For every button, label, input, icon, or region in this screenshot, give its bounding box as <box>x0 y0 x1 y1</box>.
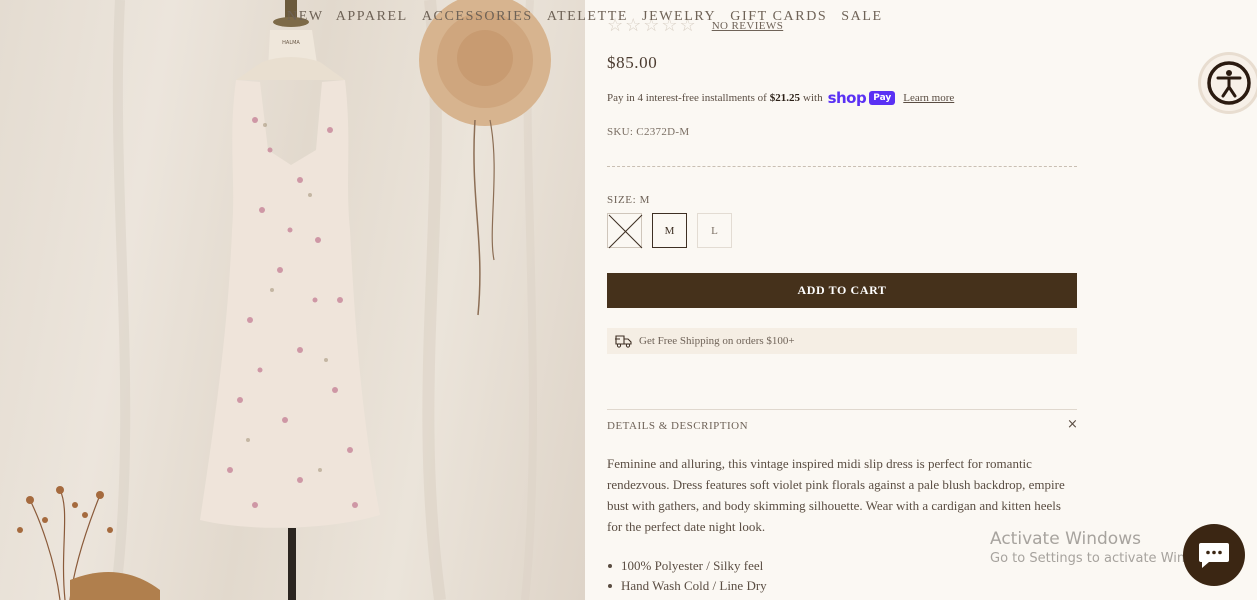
list-item: Hand Wash Cold / Line Dry <box>607 576 767 596</box>
nav-item-apparel[interactable]: APPAREL <box>336 9 408 25</box>
unavailable-cross-icon <box>608 214 643 249</box>
add-to-cart-button[interactable]: ADD TO CART <box>607 273 1077 308</box>
close-icon[interactable]: × <box>1067 417 1078 432</box>
product-description: Feminine and alluring, this vintage insp… <box>607 456 1065 534</box>
nav-item-gift-cards[interactable]: GIFT CARDS <box>730 9 827 25</box>
size-option-label: L <box>711 224 718 237</box>
shop-pay-installments: Pay in 4 interest-free installments of $… <box>607 89 954 107</box>
installments-text: Pay in 4 interest-free installments of <box>607 92 767 104</box>
size-label: SIZE: M <box>607 194 650 206</box>
main-nav: NEW APPAREL ACCESSORIES ATELETTE JEWELRY… <box>287 9 897 25</box>
installments-with: with <box>803 92 823 104</box>
installment-amount: $21.25 <box>769 92 801 104</box>
product-price: $85.00 <box>607 53 658 72</box>
svg-text:HALMA: HALMA <box>282 40 300 46</box>
details-accordion-title[interactable]: DETAILS & DESCRIPTION <box>607 420 748 432</box>
size-option-unavailable[interactable] <box>607 213 643 249</box>
chat-button[interactable] <box>1183 524 1245 586</box>
size-option-m[interactable]: M <box>652 213 687 248</box>
accessibility-button[interactable] <box>1201 55 1257 111</box>
chat-icon <box>1199 543 1229 568</box>
size-option-label: M <box>664 224 675 237</box>
list-item: 100% Polyester / Silky feel <box>607 556 767 576</box>
product-image: HALMA <box>0 0 585 600</box>
nav-item-accessories[interactable]: ACCESSORIES <box>422 9 533 25</box>
nav-item-atelette[interactable]: ATELETTE <box>547 9 628 25</box>
divider <box>607 166 1077 167</box>
shop-pay-logo: shop <box>827 89 867 107</box>
shop-pay-badge: Pay <box>869 91 896 105</box>
free-shipping-banner: Get Free Shipping on orders $100+ <box>607 328 1077 354</box>
size-selected-value: M <box>639 194 651 206</box>
product-photo-drawing: HALMA <box>17 0 551 600</box>
product-sku: SKU: C2372D-M <box>607 126 690 138</box>
size-label-text: SIZE: <box>607 194 637 206</box>
shipping-note: Get Free Shipping on orders $100+ <box>639 335 795 347</box>
nav-item-sale[interactable]: SALE <box>841 9 882 25</box>
nav-item-jewelry[interactable]: JEWELRY <box>642 9 716 25</box>
shipping-icon <box>615 335 632 348</box>
accessibility-icon <box>1207 61 1251 105</box>
product-features-list: 100% Polyester / Silky feel Hand Wash Co… <box>607 556 767 596</box>
divider <box>607 409 1077 410</box>
learn-more-link[interactable]: Learn more <box>903 92 954 104</box>
size-option-l[interactable]: L <box>697 213 732 248</box>
nav-item-new[interactable]: NEW <box>287 9 324 25</box>
